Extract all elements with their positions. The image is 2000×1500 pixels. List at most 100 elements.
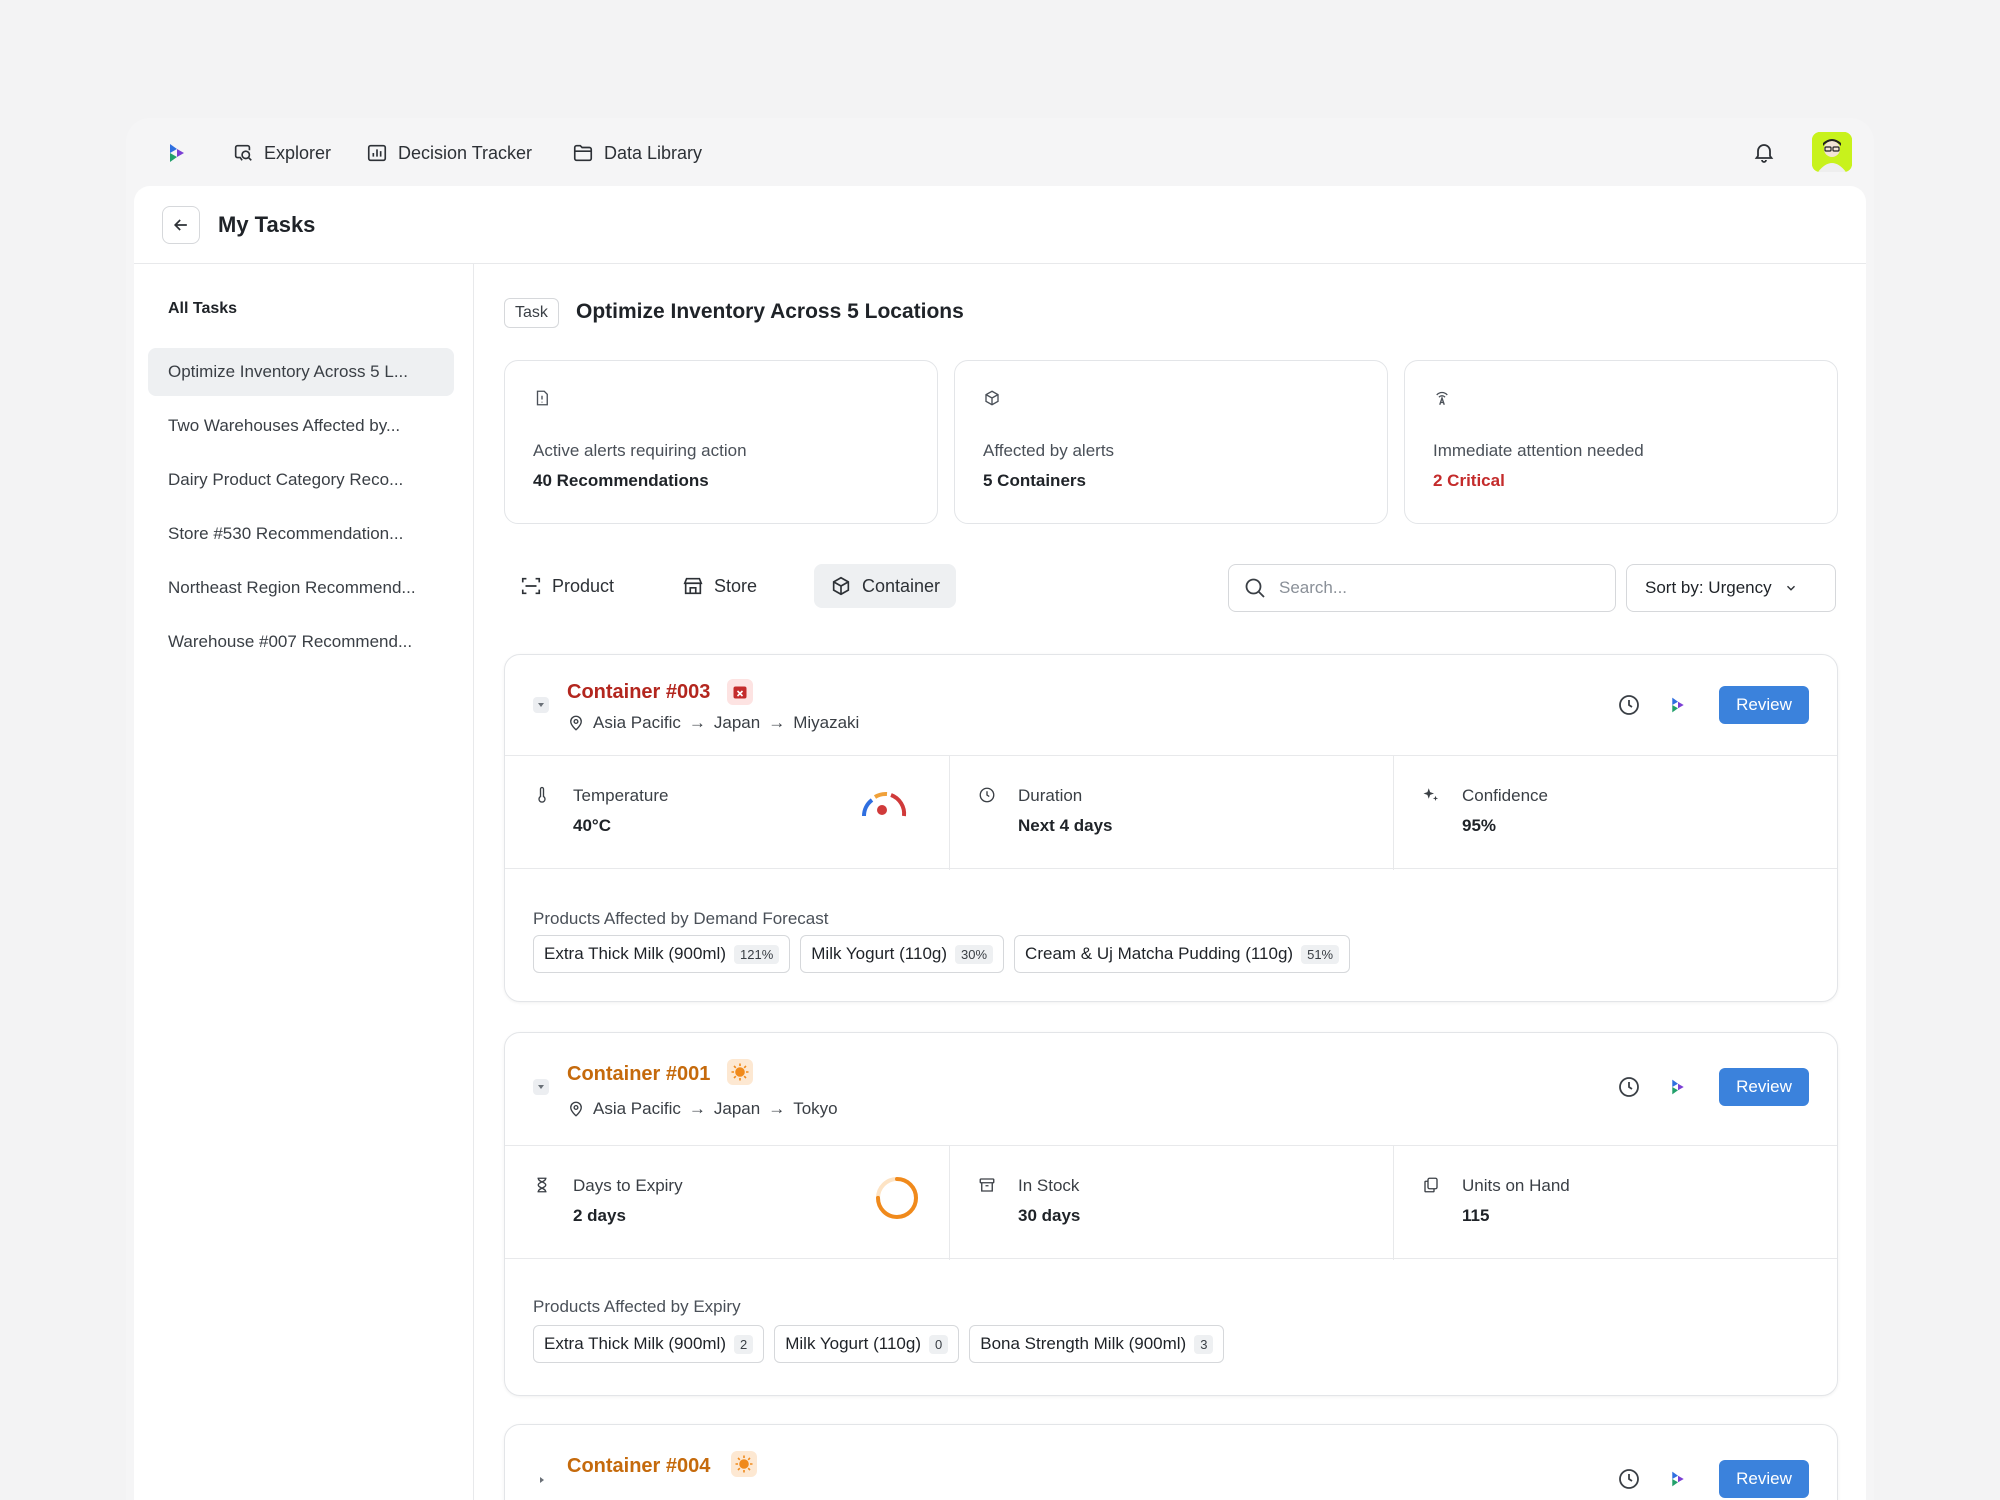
container-location: Asia Pacific → Japan → Miyazaki: [567, 713, 859, 733]
sidebar-heading: All Tasks: [168, 300, 238, 317]
metric-confidence: Confidence 95%: [1393, 756, 1837, 870]
expiry-progress-ring: [876, 1177, 918, 1219]
nav-decision-tracker[interactable]: Decision Tracker: [366, 140, 532, 166]
product-chip[interactable]: Bona Strength Milk (900ml) 3: [969, 1325, 1225, 1363]
stat-card-containers: Affected by alerts 5 Containers: [954, 360, 1388, 524]
metric-duration: Duration Next 4 days: [949, 756, 1393, 870]
review-button[interactable]: Review: [1719, 1068, 1809, 1106]
sidebar-item-label: Dairy Product Category Reco...: [168, 470, 404, 489]
product-chip[interactable]: Milk Yogurt (110g) 30%: [800, 935, 1005, 973]
product-chip[interactable]: Cream & Uj Matcha Pudding (110g) 51%: [1014, 935, 1351, 973]
container-title[interactable]: Container #003: [567, 681, 710, 704]
user-avatar[interactable]: [1812, 132, 1852, 172]
stat-label: Affected by alerts: [983, 441, 1115, 460]
metric-value: 115: [1462, 1206, 1490, 1225]
content-panel: My Tasks All Tasks Optimize Inventory Ac…: [134, 186, 1866, 1500]
metrics-row: Days to Expiry 2 days In Stock 30 days U…: [505, 1145, 1837, 1260]
collapse-toggle[interactable]: [533, 697, 549, 713]
hourglass-icon: [537, 1177, 547, 1193]
review-button[interactable]: Review: [1719, 686, 1809, 724]
chip-count: 121%: [734, 944, 780, 964]
tab-label: Container: [862, 575, 941, 596]
map-pin-icon: [570, 715, 582, 731]
arrow-right-icon: →: [688, 713, 706, 732]
metric-label: Units on Hand: [1462, 1176, 1570, 1195]
metric-value: 2 days: [573, 1206, 626, 1225]
sidebar-item-dairy-product[interactable]: Dairy Product Category Reco...: [148, 456, 454, 504]
history-clock-icon[interactable]: [1617, 693, 1641, 717]
product-chip[interactable]: Extra Thick Milk (900ml) 121%: [533, 935, 791, 973]
calendar-x-icon: [733, 686, 747, 699]
arrow-right-icon: →: [688, 1099, 706, 1118]
container-title[interactable]: Container #004: [567, 1455, 710, 1478]
tab-store[interactable]: Store: [666, 564, 773, 608]
metric-label: Duration: [1018, 786, 1083, 805]
metric-units-on-hand: Units on Hand 115: [1393, 1146, 1837, 1260]
product-chips: Extra Thick Milk (900ml) 2 Milk Yogurt (…: [533, 1325, 1225, 1363]
sidebar-item-label: Warehouse #007 Recommend...: [168, 632, 413, 651]
collapse-toggle[interactable]: [533, 1079, 549, 1095]
metric-label: Temperature: [573, 786, 669, 805]
sidebar-item-warehouse-007[interactable]: Warehouse #007 Recommend...: [148, 618, 454, 666]
location-region: Asia Pacific: [593, 1099, 681, 1118]
sidebar-item-two-warehouses[interactable]: Two Warehouses Affected by...: [148, 402, 454, 450]
notification-bell-icon[interactable]: [1752, 140, 1776, 164]
ai-assist-icon[interactable]: [1669, 1078, 1687, 1096]
metric-value: 95%: [1462, 816, 1497, 835]
bar-chart-icon: [367, 144, 387, 162]
warning-badge: [731, 1451, 757, 1477]
search-input[interactable]: [1279, 578, 1579, 598]
sort-dropdown[interactable]: Sort by: Urgency: [1626, 564, 1836, 612]
arrow-left-icon: [173, 219, 187, 231]
container-card: Container #001 Asia Pacific → Japan → To: [504, 1032, 1838, 1396]
product-chip[interactable]: Milk Yogurt (110g) 0: [774, 1325, 960, 1363]
nav-data-library[interactable]: Data Library: [572, 140, 702, 166]
metric-value: Next 4 days: [1018, 816, 1113, 835]
task-title: Optimize Inventory Across 5 Locations: [576, 300, 964, 323]
review-button[interactable]: Review: [1719, 1460, 1809, 1498]
search-box[interactable]: [1228, 564, 1616, 612]
caret-right-icon[interactable]: [537, 1475, 547, 1485]
arrow-right-icon: →: [768, 713, 786, 732]
thermometer-icon: [538, 786, 546, 803]
section-label: Products Affected by Expiry: [533, 1297, 741, 1316]
box-icon: [985, 390, 999, 406]
ai-assist-icon[interactable]: [1669, 1470, 1687, 1488]
chip-label: Milk Yogurt (110g): [811, 944, 948, 963]
history-clock-icon[interactable]: [1617, 1075, 1641, 1099]
chip-label: Milk Yogurt (110g): [785, 1334, 921, 1353]
tab-label: Store: [714, 575, 758, 596]
back-button[interactable]: [162, 206, 200, 244]
history-clock-icon[interactable]: [1617, 1467, 1641, 1491]
metric-label: Confidence: [1462, 786, 1549, 805]
archive-icon: [979, 1178, 995, 1192]
stat-card-recommendations: Active alerts requiring action 40 Recomm…: [504, 360, 938, 524]
sidebar-item-northeast-region[interactable]: Northeast Region Recommend...: [148, 564, 454, 612]
product-chip[interactable]: Extra Thick Milk (900ml) 2: [533, 1325, 765, 1363]
tab-product[interactable]: Product: [504, 564, 630, 608]
store-icon: [683, 577, 703, 595]
location-city: Miyazaki: [793, 713, 860, 732]
sun-icon: [731, 1063, 749, 1081]
task-sidebar: All Tasks Optimize Inventory Across 5 L.…: [134, 264, 474, 1500]
alert-doc-icon: [536, 390, 548, 406]
tab-container[interactable]: Container: [814, 564, 957, 608]
avatar-portrait-icon: [1812, 132, 1852, 172]
nav-explorer[interactable]: Explorer: [232, 140, 331, 166]
temperature-gauge: [862, 791, 907, 817]
search-chat-icon: [234, 144, 252, 161]
task-detail: Task Optimize Inventory Across 5 Locatio…: [474, 264, 1866, 1500]
warning-badge: [727, 1059, 753, 1085]
sidebar-item-optimize-inventory[interactable]: Optimize Inventory Across 5 L...: [148, 348, 454, 396]
container-title[interactable]: Container #001: [567, 1063, 710, 1086]
ai-assist-icon[interactable]: [1669, 696, 1687, 714]
metric-temperature: Temperature 40°C: [505, 756, 949, 870]
chip-count: 3: [1194, 1334, 1214, 1354]
metric-label: Days to Expiry: [573, 1176, 683, 1195]
sidebar-item-label: Optimize Inventory Across 5 L...: [168, 362, 408, 381]
metric-value: 40°C: [573, 816, 611, 835]
map-pin-icon: [570, 1101, 582, 1117]
brand-logo-icon[interactable]: [166, 142, 188, 164]
sidebar-item-store-530[interactable]: Store #530 Recommendation...: [148, 510, 454, 558]
sidebar-item-label: Northeast Region Recommend...: [168, 578, 416, 597]
